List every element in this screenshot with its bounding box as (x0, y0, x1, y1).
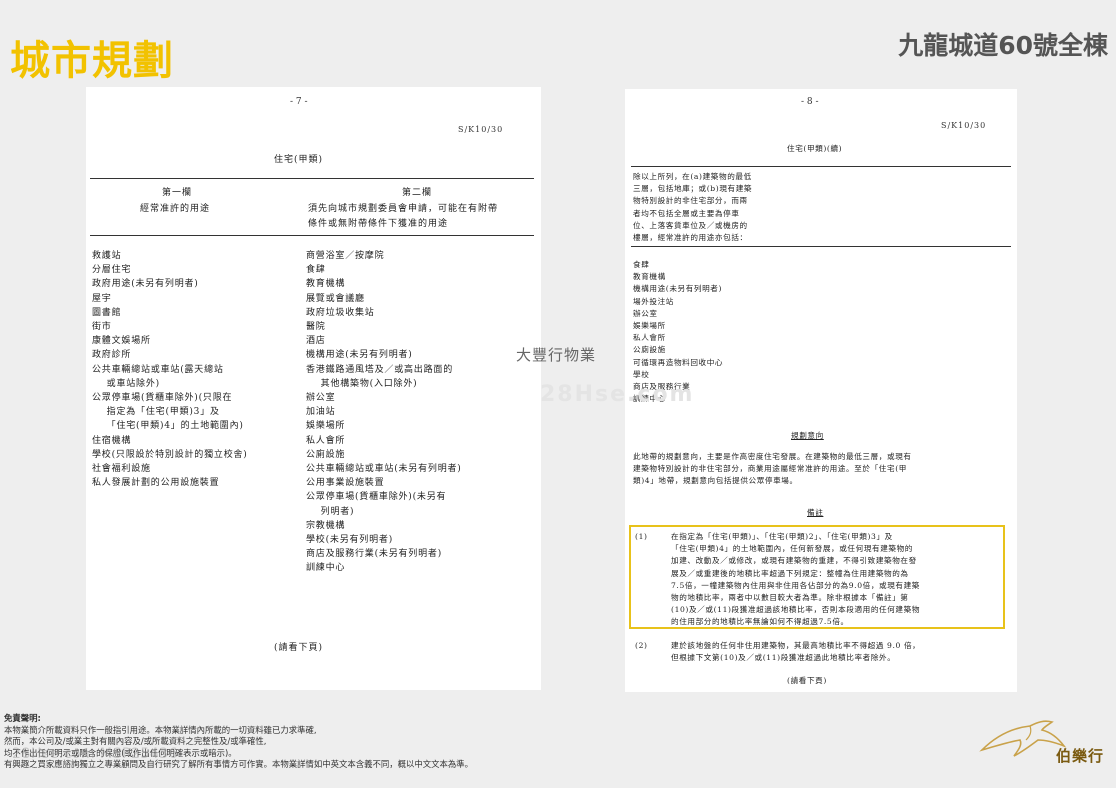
remark-2-number: (2) (635, 641, 648, 650)
column-2-subheader-line1: 須先向城市規劃委員會申請，可能在有附帶 (308, 204, 499, 214)
plan-code: S/K10/30 (941, 121, 987, 130)
zone-title: 住宅(甲類)(續) (787, 144, 843, 153)
column-1-header: 第一欄 (162, 188, 193, 198)
page-title-left: 城市規劃 (10, 38, 174, 84)
company-logo: 伯樂行 (978, 716, 1110, 780)
document-page-7: - 7 - S/K10/30 住宅(甲類) 第一欄 經常准許的用途 第二欄 須先… (86, 87, 541, 690)
remark-2-text: 建於該地盤的任何非住用建築物，其最高地積比率不得超過 9.0 倍， 但根據下文第… (671, 641, 921, 663)
intro-text: 除以上所列，在(a)建築物的最低 三層，包括地庫；或(b)現有建築 物特別設計的… (633, 172, 753, 243)
table-top-rule (90, 178, 534, 179)
column-2-header: 第二欄 (402, 188, 433, 198)
company-logo-text: 伯樂行 (1055, 747, 1104, 765)
agency-watermark: 大豐行物業 (516, 346, 597, 364)
column-1-uses-list: 救護站 分層住宅 政府用途(未另有列明者) 屋宇 圖書館 街市 康體文娛場所 政… (92, 251, 248, 489)
table-header-rule (90, 235, 534, 236)
disclaimer: 免責聲明: 本物業簡介所載資料只作一般指引用途。本物業詳情內所載的一切資料雖已力… (4, 713, 473, 771)
page-number: - 7 - (290, 97, 308, 107)
bottom-watermark: 28Hse.com MSP25436 (12, 746, 178, 762)
continue-note: (請看下頁) (787, 676, 827, 685)
property-title: 九龍城道60號全棟 (898, 31, 1108, 60)
column-2-subheader-line2: 條件或無附帶條件下獲准的用途 (308, 219, 449, 229)
remark-1-text: 在指定為「住宅(甲類)」、「住宅(甲類)2」、「住宅(甲類)3」及 「住宅(甲類… (671, 532, 921, 627)
continue-note: (請看下頁) (274, 643, 324, 653)
remark-1-number: (1) (635, 532, 648, 541)
site-watermark: 28Hse.com (540, 382, 695, 407)
table-top-rule (631, 166, 1011, 167)
zone-title: 住宅(甲類) (274, 155, 324, 165)
column-1-subheader: 經常准許的用途 (140, 204, 211, 214)
table-header-rule (631, 246, 1011, 247)
disclaimer-title: 免責聲明: (4, 713, 41, 723)
page-number: - 8 - (801, 97, 819, 107)
horse-icon (979, 720, 1067, 757)
planning-intention-heading: 規劃意向 (791, 431, 824, 440)
plan-code: S/K10/30 (458, 125, 504, 134)
planning-intention-text: 此地帶的規劃意向，主要是作高密度住宅發展。在建築物的最低三層，或現有 建築物特別… (633, 452, 912, 486)
remarks-heading: 備註 (807, 508, 824, 517)
column-2-uses-list: 商營浴室／按摩院 食肆 教育機構 展覽或會議廳 政府垃圾收集站 醫院 酒店 機構… (306, 251, 462, 574)
